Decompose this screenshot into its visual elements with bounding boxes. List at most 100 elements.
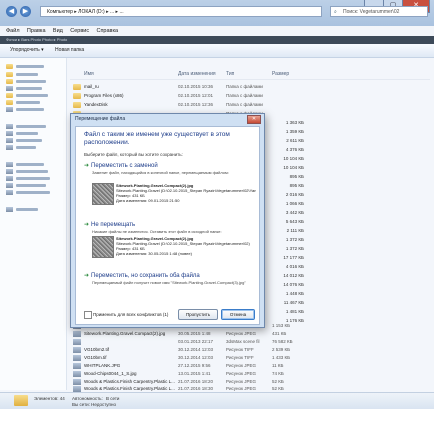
keep-both-title: Переместить, но сохранить оба файла — [91, 273, 200, 279]
file-type: Рисунок TIFF — [226, 347, 254, 352]
file-size: 1 372 КБ — [285, 246, 304, 251]
file-size: 74 КБ — [272, 371, 284, 376]
file-thumbnail — [92, 236, 114, 258]
cancel-button[interactable]: Отмена — [221, 309, 255, 320]
menu-file[interactable]: Файл — [6, 26, 20, 36]
nav-item[interactable] — [6, 72, 38, 77]
nav-item[interactable] — [6, 124, 46, 129]
file-size: 10 104 КБ — [283, 165, 304, 170]
table-row[interactable]: mail_ru 02.10.2015 10:36 Папка с файлами — [70, 83, 430, 91]
skip-button[interactable]: Пропустить — [178, 309, 218, 320]
file-name: VG10bm2.tif — [84, 347, 110, 352]
nav-item[interactable] — [6, 176, 50, 181]
file-date: 02.10.2015 12:01 — [178, 93, 214, 98]
file-date: Дата изменения: 30.05.2015 1:48 (новее) — [116, 251, 192, 256]
search-input[interactable]: ⌕ Поиск: Vegetarummer\02 — [330, 6, 428, 17]
nav-item[interactable] — [6, 107, 44, 112]
nav-item[interactable] — [6, 169, 48, 174]
file-size: 1 448 КБ — [285, 291, 304, 296]
apply-all-checkbox[interactable] — [84, 311, 92, 319]
file-size: 1 153 КБ — [272, 323, 291, 328]
address-bar[interactable]: Компьютер ▸ ЛОКАЛ (D:) ▸ ... ▸ ... — [40, 6, 322, 17]
folder-icon — [73, 102, 81, 108]
forward-icon[interactable]: ▶ — [20, 6, 31, 17]
file-name: Program Files (x86) — [84, 93, 124, 98]
move-file-dialog: Перемещение файла ✕ Файл с таким же имен… — [70, 113, 265, 328]
file-date: 30.12.2014 12:03 — [178, 355, 214, 360]
nav-item[interactable] — [6, 131, 38, 136]
nav-item[interactable] — [6, 100, 40, 105]
table-row[interactable]: YandexDisk 02.10.2015 12:36 Папка с файл… — [70, 101, 430, 109]
menu-help[interactable]: Справка — [96, 26, 118, 36]
drive-icon — [6, 183, 13, 188]
menu-tools[interactable]: Сервис — [70, 26, 89, 36]
move-replace-title: Переместить с заменой — [91, 163, 158, 169]
status-bar: Элементов: 44 Автономность: В сети Вы се… — [0, 392, 434, 409]
dialog-body: Файл с таким же именем уже существует в … — [75, 126, 260, 325]
column-header-size[interactable]: Размер — [272, 70, 289, 78]
conflict-subheading: Выберите файл, который вы хотите сохрани… — [84, 152, 183, 157]
file-size: 2 111 КБ — [286, 228, 304, 233]
table-row[interactable]: VG10bm.tif 30.12.2014 12:03 Рисунок TIFF… — [70, 354, 430, 362]
back-icon[interactable]: ◀ — [6, 6, 17, 17]
dialog-close-button[interactable]: ✕ — [247, 115, 261, 124]
file-date: 02.10.2015 10:36 — [178, 84, 214, 89]
info-bar: Фотки ▸ Bars Photo Photo ▸ Photo — [0, 36, 434, 44]
file-name: WHITPLANK.JPG — [84, 363, 121, 368]
file-size: 14 076 КБ — [283, 282, 304, 287]
3ds-file-icon — [73, 339, 81, 345]
nav-item[interactable] — [6, 183, 46, 188]
file-date: 30.05.2015 1:48 — [178, 331, 211, 336]
library-icon — [6, 138, 13, 143]
keep-both-option[interactable]: ➜ Переместить, но сохранить оба файла — [84, 272, 200, 279]
navigation-pane — [0, 58, 67, 390]
nav-item[interactable] — [6, 93, 48, 98]
file-type: Рисунок JPEG — [226, 371, 256, 376]
new-folder-button[interactable]: Новая папка — [55, 44, 84, 57]
column-header-name[interactable]: Имя — [84, 70, 94, 78]
drive-icon — [6, 176, 13, 181]
file-type: Рисунок TIFF — [226, 355, 254, 360]
folder-icon — [6, 100, 13, 105]
network-icon — [6, 207, 13, 212]
column-header-date[interactable]: Дата изменения — [178, 70, 216, 78]
nav-item[interactable] — [6, 207, 38, 212]
file-date: Дата изменения: 09.01.2015 21:50 — [116, 198, 180, 203]
organize-button[interactable]: Упорядочить ▾ — [10, 44, 44, 57]
file-date: 02.10.2015 12:36 — [178, 102, 214, 107]
availability-value: В сети — [106, 396, 120, 401]
move-replace-option[interactable]: ➜ Переместить с заменой — [84, 162, 158, 169]
file-date: 03.01.2013 22:17 — [178, 339, 214, 344]
nav-item[interactable] — [6, 64, 44, 69]
dont-move-option[interactable]: ➜ Не перемещать — [84, 221, 135, 228]
column-header-type[interactable]: Тип — [226, 70, 234, 78]
table-row[interactable]: Program Files (x86) 02.10.2015 12:01 Пап… — [70, 92, 430, 100]
nav-item[interactable] — [6, 138, 42, 143]
library-icon — [6, 145, 13, 150]
nav-item[interactable] — [6, 162, 44, 167]
table-row[interactable]: WHITPLANK.JPG 27.12.2015 9:56 Рисунок JP… — [70, 362, 430, 370]
menu-edit[interactable]: Правка — [27, 26, 46, 36]
menu-view[interactable]: Вид — [53, 26, 63, 36]
table-row[interactable]: Wood-Chips0044_1_S.jpg 13.01.2015 1:41 Р… — [70, 370, 430, 378]
table-row[interactable]: 03.01.2013 22:17 3dsMax scene fil 76 582… — [70, 338, 430, 346]
table-row[interactable]: Sitework.Planting.Gravel.Compact(2).jpg … — [70, 330, 430, 338]
nav-item[interactable] — [6, 145, 36, 150]
nav-item[interactable] — [6, 79, 46, 84]
file-size: 11 467 КБ — [283, 300, 304, 305]
nav-item[interactable] — [6, 86, 42, 91]
file-name: mail_ru — [84, 84, 99, 89]
file-type: 3dsMax scene fil — [226, 339, 260, 344]
star-icon — [6, 64, 13, 69]
file-name: YandexDisk — [84, 102, 108, 107]
table-row[interactable]: VG10bm2.tif 30.12.2014 12:03 Рисунок TIF… — [70, 346, 430, 354]
file-size: 895 КБ — [289, 174, 304, 179]
file-name: Wood-Chips0044_1_S.jpg — [84, 371, 137, 376]
item-count: Элементов: 44 — [34, 396, 65, 401]
skip-file-info: Sitework.Planting.Gravel.Compact(2).jpg … — [116, 236, 256, 256]
file-size: 895 КБ — [289, 183, 304, 188]
online-status: Вы сети: Недоступно — [72, 402, 116, 407]
folder-icon — [73, 93, 81, 99]
nav-item[interactable] — [6, 190, 50, 195]
image-file-icon — [73, 347, 81, 353]
